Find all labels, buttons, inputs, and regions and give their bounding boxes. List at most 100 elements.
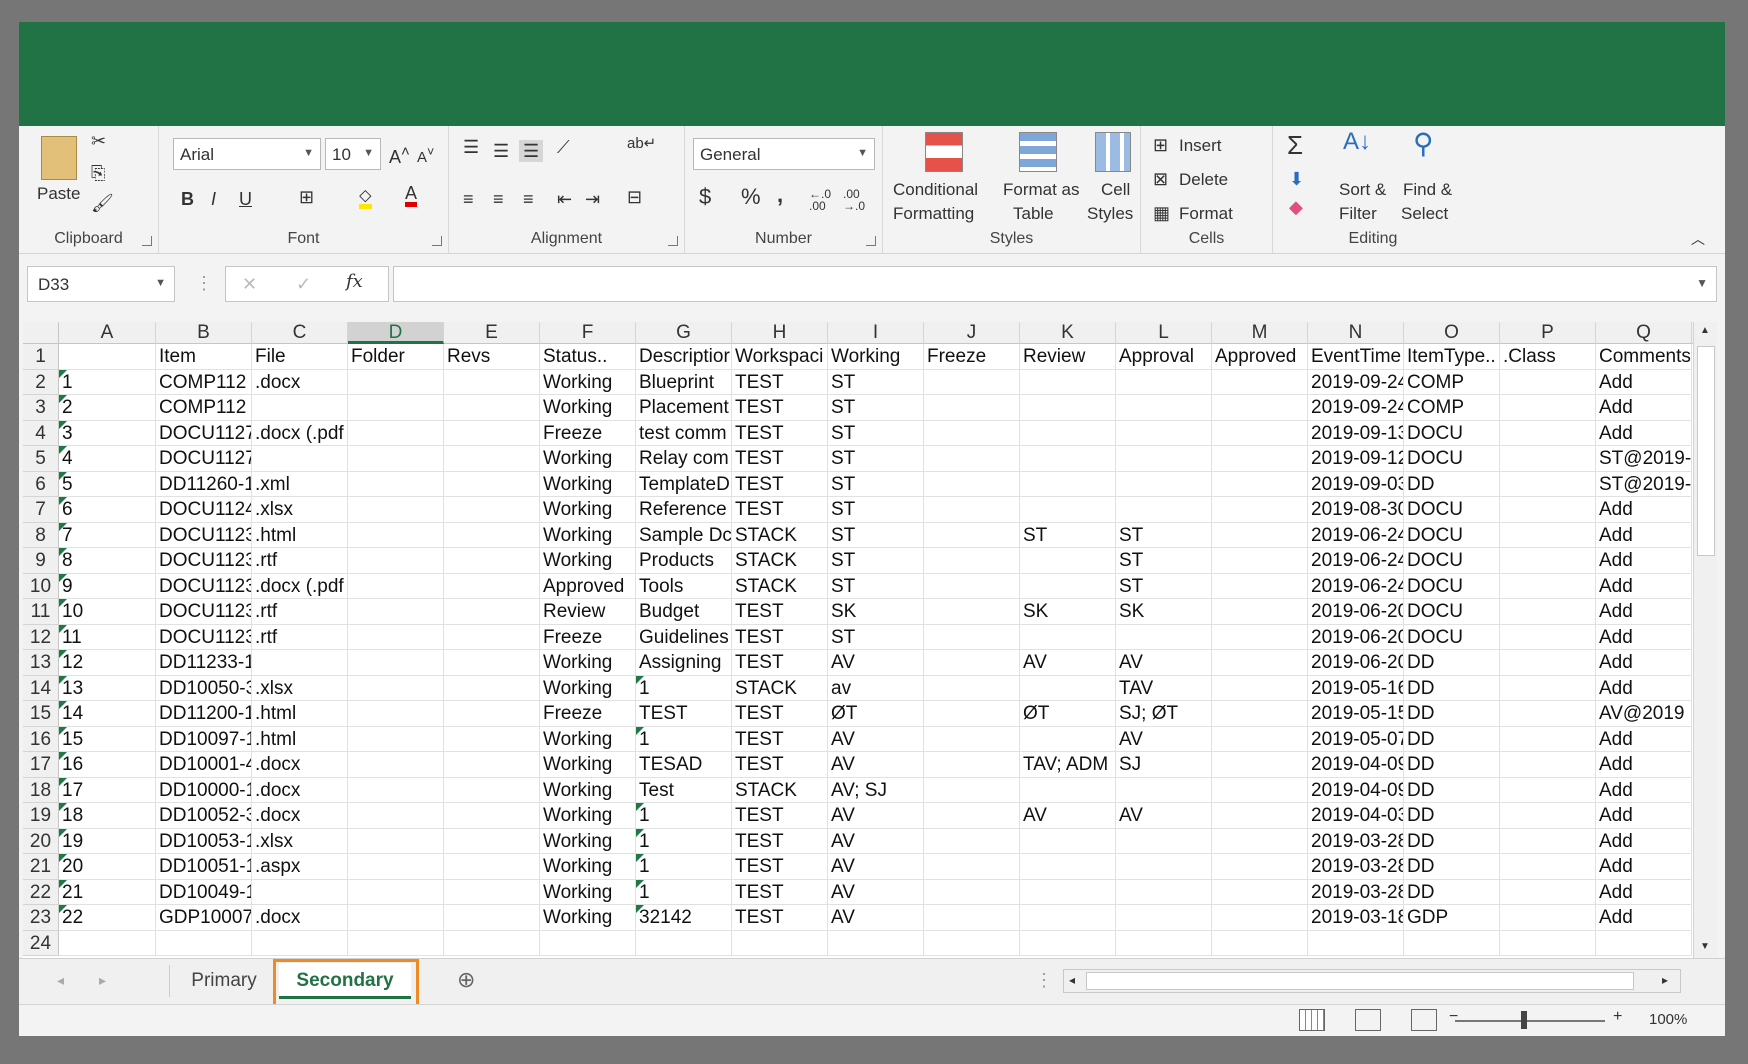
cell-n21[interactable]: 2019-03-28 (1308, 854, 1404, 880)
cell-f12[interactable]: Freeze (540, 624, 636, 650)
cell-a3[interactable]: 2 (59, 395, 156, 421)
cell-k23[interactable] (1020, 905, 1116, 931)
number-launcher-icon[interactable] (866, 236, 876, 246)
cell-e3[interactable] (444, 395, 540, 421)
cell-e7[interactable] (444, 497, 540, 523)
cell-d20[interactable] (348, 828, 444, 854)
row-header[interactable]: 16 (23, 726, 59, 752)
cell-i19[interactable]: AV (828, 803, 924, 829)
cell-j13[interactable] (924, 650, 1020, 676)
cell-f18[interactable]: Working (540, 777, 636, 803)
cell-i13[interactable]: AV (828, 650, 924, 676)
cell-a4[interactable]: 3 (59, 420, 156, 446)
cell-i9[interactable]: ST (828, 548, 924, 574)
row-header[interactable]: 8 (23, 522, 59, 548)
number-format-select[interactable]: General ▼ (693, 138, 875, 170)
cell-g10[interactable]: Tools (636, 573, 732, 599)
cell-m17[interactable] (1212, 752, 1308, 778)
cell-n16[interactable]: 2019-05-07 (1308, 726, 1404, 752)
cell-n4[interactable]: 2019-09-13 (1308, 420, 1404, 446)
cell-h22[interactable]: TEST (732, 879, 828, 905)
cell-d14[interactable] (348, 675, 444, 701)
find-select-label-1[interactable]: Find & (1403, 180, 1452, 200)
cell-g17[interactable]: TESAD (636, 752, 732, 778)
clipboard-launcher-icon[interactable] (142, 236, 152, 246)
cell-q22[interactable]: Add (1596, 879, 1692, 905)
cell-m19[interactable] (1212, 803, 1308, 829)
increase-indent-icon[interactable]: ⇥ (585, 190, 600, 208)
cell-c16[interactable]: .html (252, 726, 348, 752)
cell-b22[interactable]: DD10049-1 (156, 879, 252, 905)
cell-q24[interactable] (1596, 930, 1692, 956)
cell-e20[interactable] (444, 828, 540, 854)
cell-o16[interactable]: DD (1404, 726, 1500, 752)
cell-e12[interactable] (444, 624, 540, 650)
column-header-q[interactable]: Q (1596, 322, 1692, 344)
cell-i20[interactable]: AV (828, 828, 924, 854)
cell-c23[interactable]: .docx (252, 905, 348, 931)
cell-q20[interactable]: Add (1596, 828, 1692, 854)
zoom-out-icon[interactable]: − (1449, 1009, 1458, 1025)
cell-k14[interactable] (1020, 675, 1116, 701)
clear-icon[interactable]: ◆ (1289, 198, 1303, 216)
row-header[interactable]: 14 (23, 675, 59, 701)
cell-i5[interactable]: ST (828, 446, 924, 472)
format-icon[interactable]: ▦ (1153, 204, 1170, 222)
cell-k7[interactable] (1020, 497, 1116, 523)
cell-g21[interactable]: 1 (636, 854, 732, 880)
cell-q7[interactable]: Add (1596, 497, 1692, 523)
cell-q15[interactable]: AV@2019 (1596, 701, 1692, 727)
cell-d21[interactable] (348, 854, 444, 880)
cut-icon[interactable]: ✂ (91, 132, 106, 150)
cell-n8[interactable]: 2019-06-24 (1308, 522, 1404, 548)
cell-i15[interactable]: ØT (828, 701, 924, 727)
cell-i4[interactable]: ST (828, 420, 924, 446)
cell-d19[interactable] (348, 803, 444, 829)
cell-l15[interactable]: SJ; ØT (1116, 701, 1212, 727)
cell-d24[interactable] (348, 930, 444, 956)
cell-n12[interactable]: 2019-06-20 (1308, 624, 1404, 650)
cell-g12[interactable]: Guidelines (636, 624, 732, 650)
cell-q16[interactable]: Add (1596, 726, 1692, 752)
cell-f6[interactable]: Working (540, 471, 636, 497)
cell-o21[interactable]: DD (1404, 854, 1500, 880)
cell-h24[interactable] (732, 930, 828, 956)
cell-i10[interactable]: ST (828, 573, 924, 599)
cell-f20[interactable]: Working (540, 828, 636, 854)
orientation-icon[interactable]: ⟋ (557, 138, 570, 156)
cell-p17[interactable] (1500, 752, 1596, 778)
cell-d12[interactable] (348, 624, 444, 650)
cell-g4[interactable]: test comm (636, 420, 732, 446)
cell-l18[interactable] (1116, 777, 1212, 803)
cell-f15[interactable]: Freeze (540, 701, 636, 727)
column-header-j[interactable]: J (924, 322, 1020, 344)
cell-styles-icon[interactable] (1095, 132, 1131, 172)
cell-e23[interactable] (444, 905, 540, 931)
cell-c4[interactable]: .docx (.pdf (252, 420, 348, 446)
cell-o24[interactable] (1404, 930, 1500, 956)
cell-f4[interactable]: Freeze (540, 420, 636, 446)
cell-a19[interactable]: 18 (59, 803, 156, 829)
decrease-font-icon[interactable]: A˅ (417, 146, 434, 165)
insert-function-icon[interactable]: fx (346, 273, 363, 291)
cell-b16[interactable]: DD10097-1 (156, 726, 252, 752)
cell-c10[interactable]: .docx (.pdf (252, 573, 348, 599)
cell-i18[interactable]: AV; SJ (828, 777, 924, 803)
cell-b5[interactable]: DOCU1127 (156, 446, 252, 472)
cancel-icon[interactable]: ✕ (242, 275, 257, 293)
cell-k9[interactable] (1020, 548, 1116, 574)
underline-button[interactable]: U (239, 190, 252, 208)
cell-o4[interactable]: DOCU (1404, 420, 1500, 446)
cell-a2[interactable]: 1 (59, 369, 156, 395)
row-header[interactable]: 18 (23, 777, 59, 803)
sort-filter-label-2[interactable]: Filter (1339, 204, 1377, 224)
cell-e13[interactable] (444, 650, 540, 676)
cell-c15[interactable]: .html (252, 701, 348, 727)
cell-l12[interactable] (1116, 624, 1212, 650)
cell-q3[interactable]: Add (1596, 395, 1692, 421)
cell-k2[interactable] (1020, 369, 1116, 395)
cell-e1[interactable]: Revs (444, 344, 540, 370)
cell-j14[interactable] (924, 675, 1020, 701)
cell-q11[interactable]: Add (1596, 599, 1692, 625)
cell-k11[interactable]: SK (1020, 599, 1116, 625)
